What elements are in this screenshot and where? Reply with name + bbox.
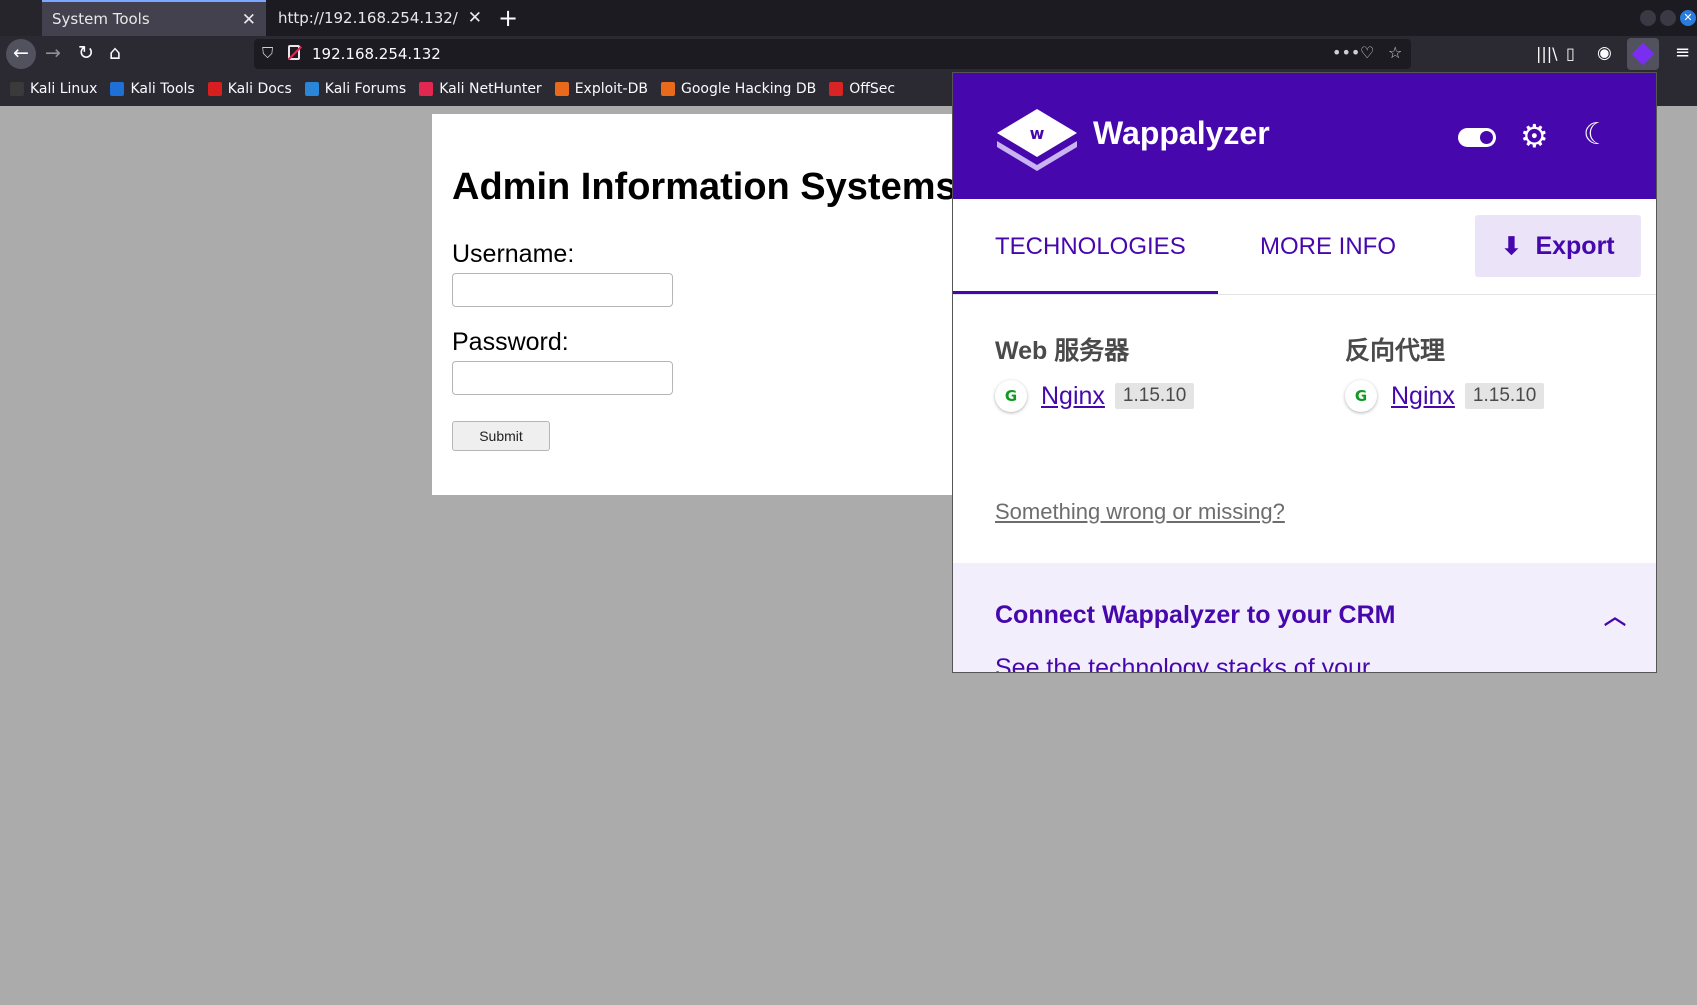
dark-mode-moon-icon[interactable]: ☾ <box>1583 117 1610 152</box>
ghdb-icon <box>660 82 675 96</box>
pocket-icon[interactable]: ♡ <box>1360 43 1374 62</box>
password-input[interactable] <box>452 361 673 395</box>
username-input[interactable] <box>452 273 673 307</box>
wappalyzer-logo-icon: w <box>997 109 1077 171</box>
wappalyzer-title: Wappalyzer <box>1093 115 1270 151</box>
wappalyzer-extension-icon[interactable] <box>1627 38 1659 70</box>
tab-system-tools[interactable]: System Tools ✕ <box>42 0 266 36</box>
bookmark-kali-tools[interactable]: Kali Tools <box>110 81 195 97</box>
bookmark-offsec[interactable]: OffSec <box>829 81 895 97</box>
nethunter-icon <box>419 82 434 96</box>
username-label: Username: <box>452 240 575 268</box>
svg-text:w: w <box>1030 124 1045 143</box>
close-tab-icon[interactable]: ✕ <box>242 10 256 30</box>
minimize-window-icon[interactable] <box>1640 10 1656 26</box>
active-tab-indicator <box>953 291 1218 294</box>
kali-dragon-icon <box>10 82 24 96</box>
tab-more-info[interactable]: MORE INFO <box>1260 233 1396 261</box>
tab-title: http://192.168.254.132/ <box>278 9 458 27</box>
submit-button[interactable]: Submit <box>452 421 550 451</box>
export-button[interactable]: ⬇ Export <box>1475 215 1641 277</box>
bookmark-kali-linux[interactable]: Kali Linux <box>10 81 97 97</box>
nav-toolbar: ← → ↻ ⌂ ⛉ 192.168.254.132 ••• ♡ ☆ |||\ ▯… <box>0 36 1697 72</box>
bookmark-kali-forums[interactable]: Kali Forums <box>304 81 406 97</box>
wappalyzer-tabs: TECHNOLOGIES MORE INFO ⬇ Export <box>953 199 1656 295</box>
url-text[interactable]: 192.168.254.132 <box>312 45 441 63</box>
exploit-db-icon <box>554 82 569 96</box>
category-title-web-server: Web 服务器 <box>995 337 1130 365</box>
enable-toggle[interactable] <box>1458 128 1496 147</box>
library-icon[interactable]: |||\ <box>1536 44 1558 63</box>
export-label: Export <box>1535 231 1615 260</box>
crm-description-link[interactable]: See the technology stacks of your <box>995 654 1370 672</box>
category-title-reverse-proxy: 反向代理 <box>1345 337 1446 365</box>
insecure-lock-icon[interactable] <box>288 45 300 60</box>
menu-icon[interactable]: ≡ <box>1675 42 1690 63</box>
crm-title[interactable]: Connect Wappalyzer to your CRM <box>995 601 1396 630</box>
close-tab-icon[interactable]: ✕ <box>468 8 482 28</box>
sidebar-icon[interactable]: ▯ <box>1566 44 1575 63</box>
tab-overflow-area <box>0 0 42 36</box>
close-window-icon[interactable]: ✕ <box>1680 10 1696 26</box>
forward-icon[interactable]: → <box>45 42 61 64</box>
account-icon[interactable]: ◉ <box>1597 43 1612 63</box>
maximize-window-icon[interactable] <box>1660 10 1676 26</box>
home-icon[interactable]: ⌂ <box>109 42 121 64</box>
bookmark-google-hacking-db[interactable]: Google Hacking DB <box>660 81 816 97</box>
kali-forums-icon <box>304 82 319 96</box>
technology-link[interactable]: Nginx <box>1041 382 1105 411</box>
something-wrong-link[interactable]: Something wrong or missing? <box>995 499 1285 525</box>
wappalyzer-header: w Wappalyzer ⚙ ☾ <box>953 73 1656 199</box>
kali-tools-icon <box>110 82 125 96</box>
bookmark-exploit-db[interactable]: Exploit-DB <box>554 81 648 97</box>
nginx-icon: G <box>995 380 1027 412</box>
version-badge: 1.15.10 <box>1114 383 1195 409</box>
download-icon: ⬇ <box>1501 232 1522 260</box>
chevron-up-icon[interactable]: ︿ <box>1604 599 1626 631</box>
technology-item: G Nginx 1.15.10 <box>995 380 1195 412</box>
bookmark-star-icon[interactable]: ☆ <box>1388 43 1402 62</box>
offsec-icon <box>829 82 844 96</box>
new-tab-icon[interactable]: + <box>498 4 518 32</box>
crm-panel: Connect Wappalyzer to your CRM ︿ See the… <box>953 563 1656 672</box>
tab-title: System Tools <box>52 10 150 28</box>
login-page: Admin Information Systems Username: Pass… <box>432 114 957 495</box>
reload-icon[interactable]: ↻ <box>78 42 94 64</box>
password-label: Password: <box>452 328 569 356</box>
technology-link[interactable]: Nginx <box>1391 382 1455 411</box>
wappalyzer-popup: w Wappalyzer ⚙ ☾ TECHNOLOGIES MORE INFO … <box>952 72 1657 673</box>
page-actions-icon[interactable]: ••• <box>1332 43 1360 62</box>
bookmark-kali-docs[interactable]: Kali Docs <box>207 81 292 97</box>
kali-docs-icon <box>207 82 222 96</box>
page-title: Admin Information Systems <box>452 166 957 208</box>
tab-target-url[interactable]: http://192.168.254.132/ ✕ <box>268 0 492 36</box>
technology-item: G Nginx 1.15.10 <box>1345 380 1545 412</box>
tab-strip: System Tools ✕ http://192.168.254.132/ ✕… <box>0 0 1697 36</box>
url-bar[interactable]: ⛉ 192.168.254.132 ••• ♡ ☆ <box>254 39 1411 69</box>
tracking-protection-icon[interactable]: ⛉ <box>262 44 273 62</box>
gear-icon[interactable]: ⚙ <box>1520 117 1549 155</box>
back-icon[interactable]: ← <box>6 39 36 69</box>
tab-technologies[interactable]: TECHNOLOGIES <box>995 233 1186 261</box>
version-badge: 1.15.10 <box>1464 383 1545 409</box>
nginx-icon: G <box>1345 380 1377 412</box>
bookmark-kali-nethunter[interactable]: Kali NetHunter <box>419 81 542 97</box>
